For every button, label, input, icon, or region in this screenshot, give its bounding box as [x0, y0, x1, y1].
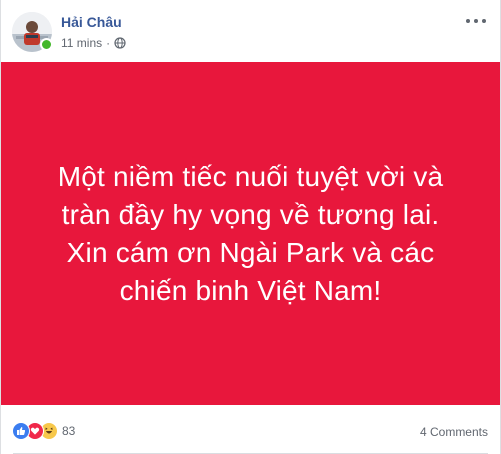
- post-meta: 11 mins ·: [61, 36, 126, 50]
- more-dot: [466, 19, 470, 23]
- author-name-link[interactable]: Hải Châu: [61, 14, 122, 30]
- comments-count-link[interactable]: 4 Comments: [420, 425, 488, 439]
- more-options-icon[interactable]: [466, 14, 486, 28]
- post-body-line: Một niềm tiếc nuối tuyệt vời và: [57, 160, 444, 192]
- reactions-summary[interactable]: 83: [12, 422, 75, 440]
- more-dot: [482, 19, 486, 23]
- reaction-count: 83: [62, 424, 76, 438]
- online-status-dot: [40, 38, 53, 51]
- facebook-post: Hải Châu 11 mins · Một niềm tiếc nuối tu…: [0, 0, 501, 454]
- meta-separator: ·: [106, 36, 111, 50]
- author-avatar[interactable]: [12, 12, 53, 52]
- post-body-line: chiến binh Việt Nam!: [119, 274, 382, 306]
- like-icon: [12, 422, 30, 440]
- post-colored-banner: Một niềm tiếc nuối tuyệt vời và tràn đầy…: [1, 62, 500, 405]
- globe-icon[interactable]: [114, 37, 126, 49]
- post-body-line: tràn đầy hy vọng về tương lai.: [61, 198, 440, 230]
- post-body-line: Xin cám ơn Ngài Park và các: [66, 236, 435, 268]
- post-timestamp[interactable]: 11 mins: [61, 36, 102, 50]
- post-header: Hải Châu 11 mins ·: [1, 0, 500, 60]
- post-body-text: Một niềm tiếc nuối tuyệt vời và tràn đầy…: [36, 158, 466, 310]
- more-dot: [474, 19, 478, 23]
- post-footer: 83 4 Comments: [1, 405, 500, 454]
